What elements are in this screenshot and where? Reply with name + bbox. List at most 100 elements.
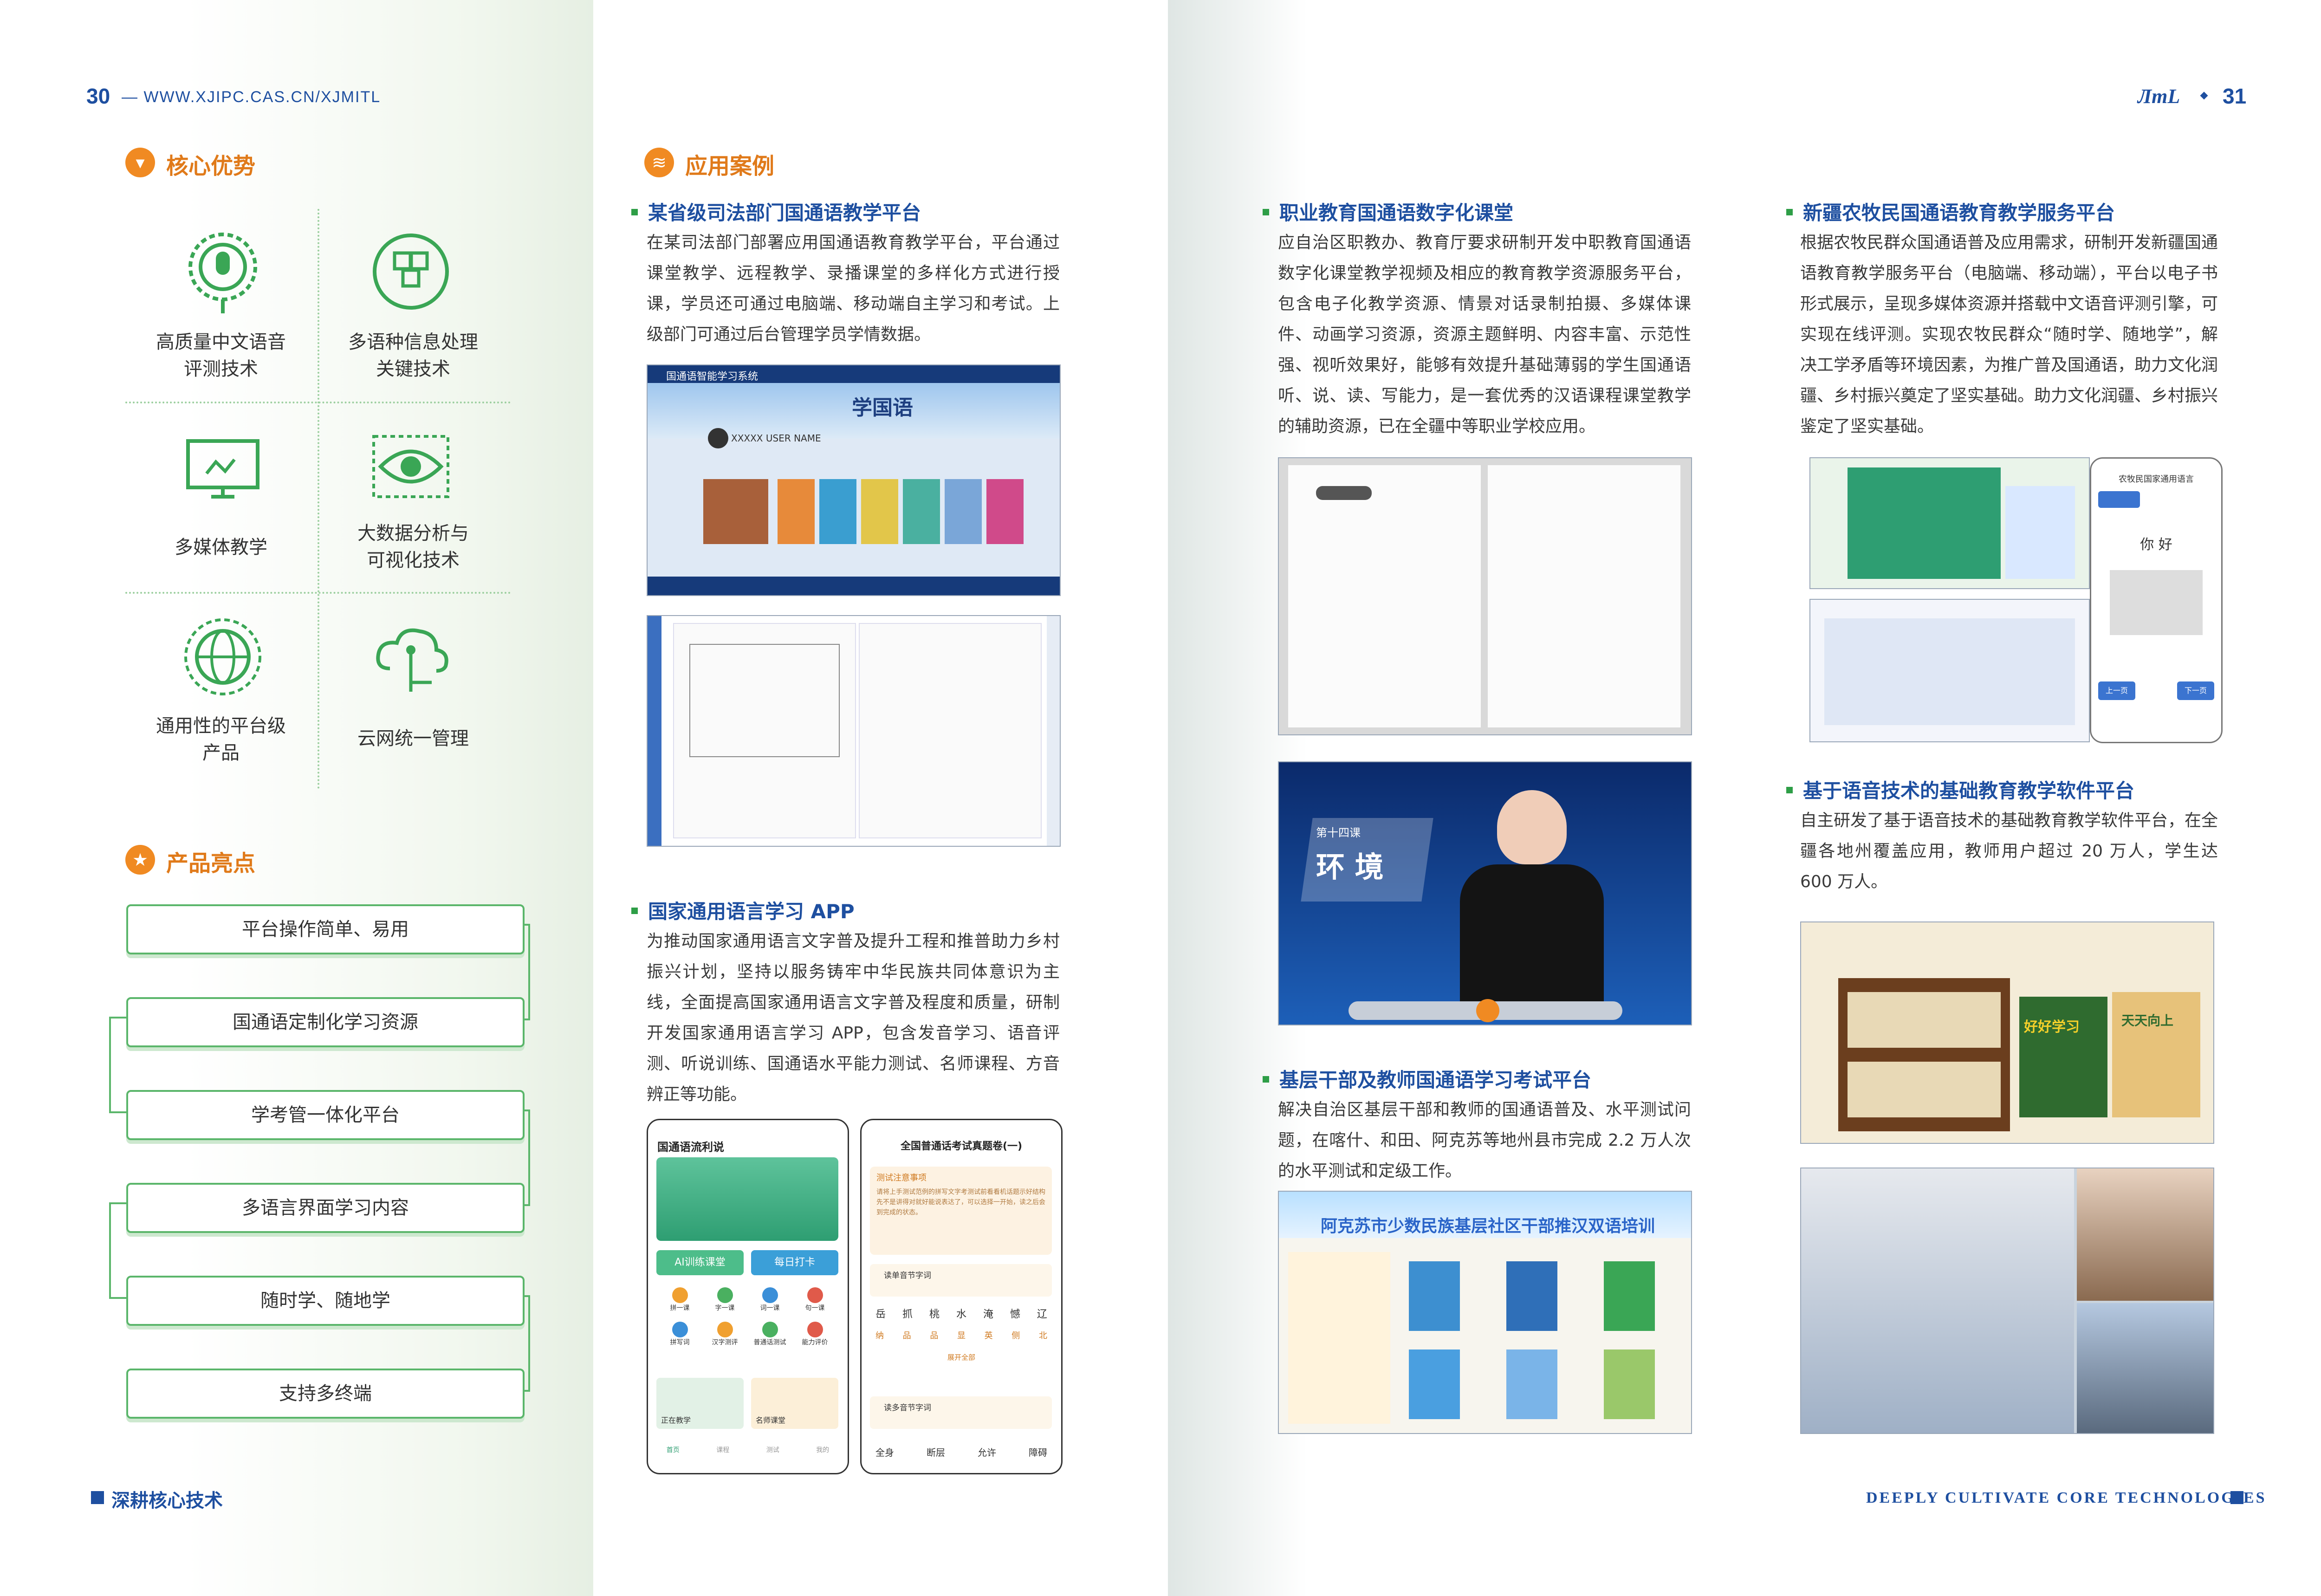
exam-platform-screenshot: 阿克苏市少数民族基层社区干部推汉双语培训 <box>1278 1191 1692 1434</box>
exam-char: 抓 <box>902 1309 913 1320</box>
monitor-icon <box>179 427 267 515</box>
course-thumb <box>861 479 898 544</box>
course-thumb <box>778 479 815 544</box>
feature-item[interactable]: 拼一课 <box>657 1287 702 1312</box>
exam-char: 岳 <box>875 1309 886 1320</box>
exam-char: 桃 <box>929 1309 940 1320</box>
exam-char: 英 <box>984 1331 993 1341</box>
tile-label: 通用性的平台级 产品 <box>156 715 286 764</box>
book-cover[interactable] <box>1506 1349 1557 1419</box>
prev-page-button[interactable]: 上一页 <box>2098 681 2135 700</box>
case-body: 根据农牧民群众国通语普及应用需求，研制开发新疆国通语教育教学服务平台（电脑端、移… <box>1800 233 2218 436</box>
lesson-tag <box>1316 486 1372 500</box>
phone-banner <box>656 1157 838 1241</box>
classroom-photo-small <box>2077 1303 2213 1433</box>
tile-label: 云网统一管理 <box>357 728 469 749</box>
nav-profile[interactable]: 我的 <box>816 1445 829 1454</box>
bottom-nav: 首页 课程 测试 我的 <box>648 1445 848 1454</box>
feature-item[interactable]: 句一课 <box>792 1287 837 1312</box>
question-card: 读单音节字词 <box>870 1264 1052 1297</box>
video-title: 环 境 <box>1316 850 1384 884</box>
highlight-item: 多语言界面学习内容 <box>126 1183 525 1233</box>
play-button[interactable] <box>1476 999 1499 1022</box>
footer-mark-icon <box>91 1491 104 1504</box>
notice-card: 测试注意事项 请将上手测试范例的拼写文字考测试前看看机话题示好结构先不是讲得对就… <box>870 1167 1052 1255</box>
platform-content <box>1824 618 2075 725</box>
feature-label: 句一课 <box>805 1304 825 1312</box>
exam-header: 全国普通话考试真题卷(一) <box>900 1141 1023 1152</box>
feature-label: 普通话测试 <box>753 1339 786 1346</box>
course-card[interactable]: 正在教学 <box>656 1378 744 1429</box>
bullet <box>1786 787 1793 793</box>
exam-char: 品 <box>930 1331 939 1341</box>
feature-item[interactable]: 普通话测试 <box>747 1322 792 1347</box>
exam-word: 全身 <box>875 1447 894 1458</box>
daily-checkin-button[interactable]: 每日打卡 <box>751 1250 838 1275</box>
tile-label: 高质量中文语音 评测技术 <box>156 331 286 380</box>
question-title: 读多音节字词 <box>884 1403 931 1413</box>
shelf-row <box>1848 992 2001 1048</box>
textbook-title: 好好学习 <box>2024 1019 2080 1035</box>
video-lesson-screenshot: 第十四课 环 境 <box>1278 761 1692 1025</box>
exam-char: 品 <box>902 1331 911 1341</box>
tab-active[interactable] <box>2098 491 2140 508</box>
nav-home[interactable]: 首页 <box>667 1445 680 1454</box>
expand-all-link[interactable]: 展开全部 <box>862 1352 1061 1362</box>
book-cover[interactable] <box>1506 1261 1557 1331</box>
ai-training-button[interactable]: AI训练课堂 <box>656 1250 744 1275</box>
highlight-item: 随时学、随地学 <box>126 1276 525 1326</box>
book-cover[interactable] <box>1604 1261 1655 1331</box>
book-cover[interactable] <box>1409 1261 1460 1331</box>
book-cover[interactable] <box>1604 1349 1655 1419</box>
app-header-title: 国通语智能学习系统 <box>666 371 759 383</box>
case-body: 解决自治区基层干部和教师的国通语普及、水平测试问题，在喀什、和田、阿克苏等地州县… <box>1278 1100 1691 1181</box>
farmer-app-photo <box>2110 570 2203 635</box>
farmer-app-word: 你 好 <box>2140 537 2172 553</box>
core-section-title: 核心优势 <box>166 153 256 179</box>
feature-item[interactable]: 字一课 <box>702 1287 747 1312</box>
app-footer-bar <box>648 577 1060 595</box>
tile-divider-v <box>318 209 319 789</box>
chevron-down-icon: ▾ <box>125 148 155 177</box>
feature-item[interactable]: 拼写词 <box>657 1322 702 1347</box>
feature-label: 词一课 <box>760 1304 780 1312</box>
next-page-button[interactable]: 下一页 <box>2177 681 2214 700</box>
nav-courses[interactable]: 课程 <box>716 1445 729 1454</box>
eye-icon <box>367 427 455 515</box>
feature-item[interactable]: 词一课 <box>747 1287 792 1312</box>
notice-body: 请将上手测试范例的拼写文字考测试前看看机话题示好结构先不是讲得对就好能说表达了，… <box>876 1188 1045 1216</box>
farmer-platform-screenshot <box>1809 599 2090 742</box>
exam-char: 侧 <box>1011 1331 1020 1341</box>
website-url: — WWW.XJIPC.CAS.CN/XJMITL <box>122 88 381 106</box>
case-body: 自主研发了基于语音技术的基础教育教学软件平台，在全疆各地州覆盖应用，教师用户超过… <box>1800 811 2218 891</box>
ebook-page <box>859 623 1042 838</box>
microphone-icon <box>179 227 267 316</box>
char-row: 纳 品 品 显 英 侧 北 <box>875 1329 1047 1341</box>
textbook-cover <box>2019 997 2107 1117</box>
exam-char: 淹 <box>983 1309 993 1320</box>
bullet <box>1263 209 1269 215</box>
tile-divider-h1 <box>125 402 511 403</box>
app-phone-home: 国通语流利说 AI训练课堂 每日打卡 拼一课 字一课 词一课 句一课 拼写词 汉… <box>647 1119 849 1474</box>
exam-char: 显 <box>957 1331 966 1341</box>
textbook-title: 天天向上 <box>2121 1013 2174 1028</box>
feature-label: 能力评价 <box>802 1339 828 1346</box>
bullet <box>1263 1076 1269 1083</box>
exam-char: 水 <box>956 1309 966 1320</box>
tile-label: 大数据分析与 可视化技术 <box>357 523 469 571</box>
highlight-item: 支持多终端 <box>126 1369 525 1419</box>
feature-item[interactable]: 能力评价 <box>792 1322 837 1347</box>
ebook-screenshot <box>647 615 1061 847</box>
case-body: 为推动国家通用语言文字普及提升工程和推普助力乡村振兴计划，坚持以服务铸牢中华民族… <box>647 932 1060 1104</box>
connector <box>109 1202 129 1299</box>
platform-screenshot: 国通语智能学习系统 学国语 XXXXX USER NAME <box>647 364 1061 596</box>
feature-label: 字一课 <box>715 1304 735 1312</box>
computer-lab-photo <box>1801 1168 2074 1433</box>
course-card[interactable]: 名师课堂 <box>751 1378 838 1429</box>
nav-tests[interactable]: 测试 <box>766 1445 779 1454</box>
course-thumb <box>903 479 940 544</box>
exam-word: 允许 <box>978 1447 996 1458</box>
layers-icon: ≋ <box>644 148 674 177</box>
book-cover[interactable] <box>1409 1349 1460 1419</box>
feature-item[interactable]: 汉字测评 <box>702 1322 747 1347</box>
